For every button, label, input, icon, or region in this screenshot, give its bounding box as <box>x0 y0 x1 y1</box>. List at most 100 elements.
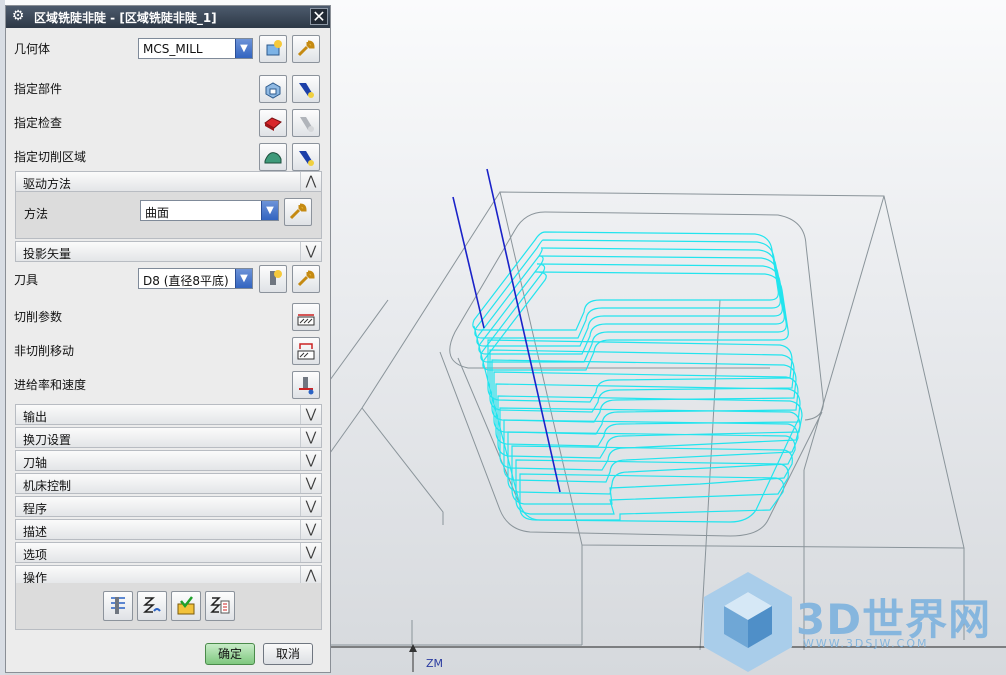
flashlight-icon <box>299 151 314 166</box>
new-geometry-button[interactable] <box>259 35 287 63</box>
chevron-down-icon[interactable]: ⋁ <box>300 242 321 261</box>
wrench-icon <box>297 40 315 57</box>
verify-button[interactable] <box>171 591 201 621</box>
axis-label-zm: ZM <box>426 657 444 670</box>
dialog-title: 区域铣陡非陡 - [区域铣陡非陡_1] <box>34 11 217 25</box>
section-machine-control-title: 机床控制 <box>23 479 72 493</box>
specify-cut-area-label: 指定切削区域 <box>14 150 87 164</box>
section-output-title: 输出 <box>23 410 48 424</box>
close-icon[interactable]: ✕ <box>310 8 328 25</box>
section-machine-control[interactable]: 机床控制 ⋁ <box>15 473 322 494</box>
specify-part-row: 指定部件 <box>6 72 330 106</box>
list-button[interactable] <box>205 591 235 621</box>
projection-vector-header[interactable]: 投影矢量 ⋁ <box>15 241 322 262</box>
tool-row: 刀具 D8 (直径8平底) ▼ <box>6 262 330 296</box>
edit-tool-button[interactable] <box>292 265 320 293</box>
chevron-up-icon[interactable]: ⋀ <box>300 172 321 191</box>
part-icon <box>265 82 281 99</box>
toolpath-contours <box>472 231 803 523</box>
method-select[interactable]: 曲面 ▼ <box>140 200 279 221</box>
ok-button[interactable]: 确定 <box>205 643 255 665</box>
section-options[interactable]: 选项 ⋁ <box>15 542 322 563</box>
section-tool-change[interactable]: 换刀设置 ⋁ <box>15 427 322 448</box>
cancel-button[interactable]: 取消 <box>263 643 313 665</box>
tool-label: 刀具 <box>14 273 39 287</box>
replay-icon <box>143 597 161 613</box>
chevron-down-icon[interactable]: ⋁ <box>300 520 321 539</box>
chevron-down-icon[interactable]: ▼ <box>261 201 278 220</box>
section-tool-axis-title: 刀轴 <box>23 456 48 470</box>
display-check-button[interactable] <box>292 109 320 137</box>
specify-check-label: 指定检查 <box>14 116 63 130</box>
cutting-params-icon <box>297 314 315 326</box>
check-geometry-icon <box>264 117 282 131</box>
specify-cut-area-row: 指定切削区域 <box>6 140 330 174</box>
gear-icon[interactable]: ⚙ <box>10 8 26 24</box>
edit-geometry-button[interactable] <box>292 35 320 63</box>
section-output[interactable]: 输出 ⋁ <box>15 404 322 425</box>
method-label: 方法 <box>24 207 49 221</box>
chevron-down-icon[interactable]: ⋁ <box>300 474 321 493</box>
feeds-speeds-row: 进给率和速度 <box>6 368 330 402</box>
area-mill-dialog: ⚙ 区域铣陡非陡 - [区域铣陡非陡_1] ✕ 几何体 MCS_MILL ▼ 指… <box>5 5 331 673</box>
section-tool-axis[interactable]: 刀轴 ⋁ <box>15 450 322 471</box>
feeds-speeds-icon <box>299 377 314 395</box>
chevron-down-icon[interactable]: ⋁ <box>300 428 321 447</box>
wrench-icon <box>297 270 315 287</box>
drive-method-group: 方法 曲面 ▼ <box>15 192 322 239</box>
non-cutting-moves-button[interactable] <box>292 337 320 365</box>
list-icon <box>210 597 230 614</box>
geometry-value: MCS_MILL <box>143 42 203 56</box>
chevron-down-icon[interactable]: ⋁ <box>300 451 321 470</box>
display-part-button[interactable] <box>292 75 320 103</box>
cutting-params-row: 切削参数 <box>6 300 330 334</box>
non-cutting-moves-icon <box>297 343 315 360</box>
geometry-label: 几何体 <box>14 42 51 56</box>
new-geometry-icon <box>266 40 282 56</box>
edit-method-button[interactable] <box>284 198 312 226</box>
section-options-title: 选项 <box>23 548 48 562</box>
watermark-url: WWW.3DSJW.COM <box>803 637 929 650</box>
tool-value: D8 (直径8平底) <box>143 274 229 288</box>
section-description[interactable]: 描述 ⋁ <box>15 519 322 540</box>
cut-area-icon <box>264 152 282 164</box>
select-check-button[interactable] <box>259 109 287 137</box>
drive-method-title: 驱动方法 <box>23 177 72 191</box>
section-program-title: 程序 <box>23 502 48 516</box>
display-cut-area-button[interactable] <box>292 143 320 171</box>
flashlight-icon <box>299 83 314 98</box>
section-program[interactable]: 程序 ⋁ <box>15 496 322 517</box>
dialog-titlebar[interactable]: ⚙ 区域铣陡非陡 - [区域铣陡非陡_1] ✕ <box>6 6 330 28</box>
flashlight-disabled-icon <box>300 117 314 132</box>
geometry-select[interactable]: MCS_MILL ▼ <box>138 38 253 59</box>
verify-icon <box>177 596 195 615</box>
method-value: 曲面 <box>145 206 170 220</box>
chevron-down-icon[interactable]: ⋁ <box>300 405 321 424</box>
non-cutting-moves-label: 非切削移动 <box>14 344 75 358</box>
cutting-params-label: 切削参数 <box>14 310 63 324</box>
watermark-logo-icon <box>704 572 792 672</box>
chevron-down-icon[interactable]: ⋁ <box>300 543 321 562</box>
tool-select[interactable]: D8 (直径8平底) ▼ <box>138 268 253 289</box>
new-tool-button[interactable] <box>259 265 287 293</box>
feeds-speeds-button[interactable] <box>292 371 320 399</box>
drive-method-header[interactable]: 驱动方法 ⋀ <box>15 171 322 192</box>
chevron-down-icon[interactable]: ⋁ <box>300 497 321 516</box>
section-tool-change-title: 换刀设置 <box>23 433 72 447</box>
select-cut-area-button[interactable] <box>259 143 287 171</box>
new-tool-icon <box>270 270 282 285</box>
cutting-params-button[interactable] <box>292 303 320 331</box>
specify-check-row: 指定检查 <box>6 106 330 140</box>
generate-toolpath-icon <box>111 597 125 614</box>
non-cutting-moves-row: 非切削移动 <box>6 334 330 368</box>
projection-vector-title: 投影矢量 <box>23 247 72 261</box>
section-description-title: 描述 <box>23 525 48 539</box>
select-part-button[interactable] <box>259 75 287 103</box>
replay-button[interactable] <box>137 591 167 621</box>
specify-part-label: 指定部件 <box>14 82 63 96</box>
wrench-icon <box>289 203 307 220</box>
chevron-down-icon[interactable]: ▼ <box>235 269 252 288</box>
generate-button[interactable] <box>103 591 133 621</box>
geometry-row: 几何体 MCS_MILL ▼ <box>6 32 330 66</box>
chevron-down-icon[interactable]: ▼ <box>235 39 252 58</box>
